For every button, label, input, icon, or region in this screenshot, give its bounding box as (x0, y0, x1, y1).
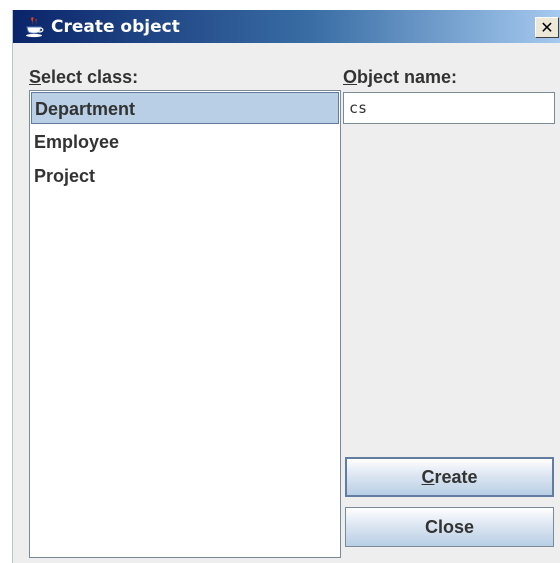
object-name-input[interactable] (343, 92, 555, 124)
list-item-employee[interactable]: Employee (31, 126, 339, 158)
object-name-label-text: bject name: (357, 67, 458, 87)
object-name-label: Object name: (343, 66, 457, 88)
create-button-label: reate (434, 467, 478, 487)
window-title: Create object (51, 17, 180, 37)
close-button[interactable]: Close (345, 507, 554, 547)
create-button[interactable]: Create (345, 457, 554, 497)
create-object-dialog: Create object ✕ Select class: Object nam… (12, 10, 560, 563)
close-icon: ✕ (540, 18, 554, 37)
object-name-mnemonic: O (343, 67, 358, 87)
list-item-department[interactable]: Department (31, 92, 339, 124)
select-class-mnemonic: S (29, 67, 42, 87)
java-cup-icon (26, 17, 44, 38)
create-mnemonic: C (421, 467, 435, 487)
select-class-label-text: elect class: (41, 67, 139, 87)
close-window-button[interactable]: ✕ (535, 17, 559, 38)
list-item-project[interactable]: Project (31, 160, 339, 192)
select-class-label: Select class: (29, 66, 138, 88)
class-list[interactable]: Department Employee Project (29, 90, 341, 558)
title-bar[interactable]: Create object ✕ (13, 10, 560, 43)
